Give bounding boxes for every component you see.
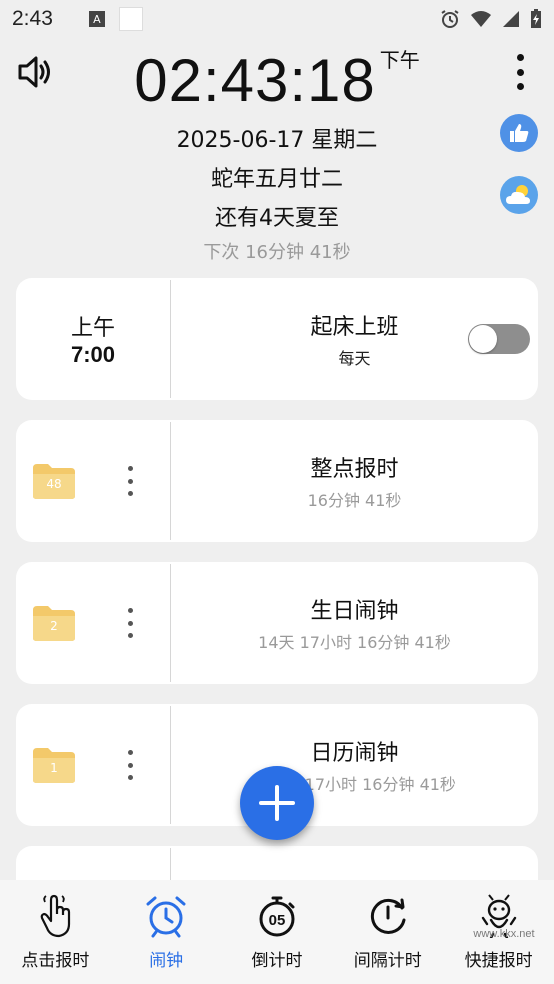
alarm-time-block: 上午 7:00 <box>16 278 170 400</box>
lunar-date-text: 蛇年五月廿二 <box>210 167 343 192</box>
alarm-time: 7:00 <box>70 342 116 367</box>
tap-hand-icon <box>41 894 71 938</box>
folder-menu-icon[interactable] <box>126 608 134 638</box>
stopwatch-icon: 05 <box>259 896 295 937</box>
nav-label: 间隔计时 <box>353 951 422 971</box>
clock-time: 02:43:18 <box>134 47 376 114</box>
folder-info: 日历闹钟 501天 17小时 16分钟 41秒 <box>171 704 538 826</box>
folder-count: 2 <box>50 619 58 633</box>
clock-ampm: 下午 <box>379 48 420 72</box>
alarm-toggle[interactable] <box>468 324 530 354</box>
folder-card-birthday[interactable]: 2 生日闹钟 14天 17小时 16分钟 41秒 <box>16 562 538 684</box>
nav-label: 快捷报时 <box>464 951 533 971</box>
nav-label: 倒计时 <box>251 951 303 971</box>
folder-info: 整点报时 16分钟 41秒 <box>171 420 538 542</box>
nav-label: 点击报时 <box>21 951 90 971</box>
alarm-repeat: 每天 <box>338 349 371 368</box>
clock-display: 02:43:18 下午 <box>0 44 554 115</box>
alarm-card[interactable]: 上午 7:00 起床上班 每天 <box>16 278 538 400</box>
folder-menu-icon[interactable] <box>126 750 134 780</box>
folder-card-hourly[interactable]: 48 整点报时 16分钟 41秒 <box>16 420 538 542</box>
folder-title: 日历闹钟 <box>310 741 399 766</box>
battery-charging-icon <box>531 9 541 28</box>
folder-title: 整点报时 <box>310 457 399 482</box>
wifi-icon <box>471 11 491 27</box>
alarm-icon <box>441 10 459 28</box>
status-time: 2:43 <box>12 7 53 30</box>
interval-timer-icon <box>370 898 406 934</box>
folder-count: 1 <box>50 761 58 775</box>
folder-info: 生日闹钟 14天 17小时 16分钟 41秒 <box>171 562 538 684</box>
notification-icon <box>118 7 143 31</box>
folder-block: 48 <box>16 420 170 542</box>
nav-countdown[interactable]: 05 倒计时 <box>222 880 333 984</box>
more-menu-icon[interactable] <box>506 52 534 92</box>
date-text: 2025-06-17 星期二 <box>176 128 378 153</box>
alarm-clock-icon <box>146 896 186 938</box>
status-icons <box>440 9 542 29</box>
alarm-ampm: 上午 <box>70 316 115 341</box>
folder-count: 48 <box>46 477 62 491</box>
svg-text:05: 05 <box>269 912 286 929</box>
thumbs-up-icon[interactable] <box>500 114 538 152</box>
solar-term-text: 还有4天夏至 <box>215 206 339 231</box>
signal-icon <box>503 11 519 27</box>
nav-tap-announce[interactable]: 点击报时 <box>0 880 111 984</box>
plus-icon <box>259 785 295 821</box>
folder-countdown: 16分钟 41秒 <box>307 491 402 510</box>
watermark-text: www.kkx.net <box>473 928 535 940</box>
nav-interval-timer[interactable]: 间隔计时 <box>332 880 443 984</box>
folder-countdown: 14天 17小时 16分钟 41秒 <box>258 633 451 652</box>
next-alarm-text: 下次 16分钟 41秒 <box>203 242 351 263</box>
keyboard-badge-icon: A <box>88 11 105 27</box>
status-bar: 2:43 A <box>0 0 554 38</box>
alarm-info: 起床上班 每天 <box>171 278 538 400</box>
weather-icon[interactable] <box>500 176 538 214</box>
toggle-knob <box>469 325 497 353</box>
nav-label: 闹钟 <box>149 951 184 971</box>
nav-alarm[interactable]: 闹钟 <box>111 880 222 984</box>
folder-title: 生日闹钟 <box>310 599 399 624</box>
alarm-title: 起床上班 <box>310 315 399 340</box>
folder-menu-icon[interactable] <box>126 466 134 496</box>
folder-block: 1 <box>16 704 170 826</box>
add-alarm-button[interactable] <box>240 766 314 840</box>
folder-block: 2 <box>16 562 170 684</box>
